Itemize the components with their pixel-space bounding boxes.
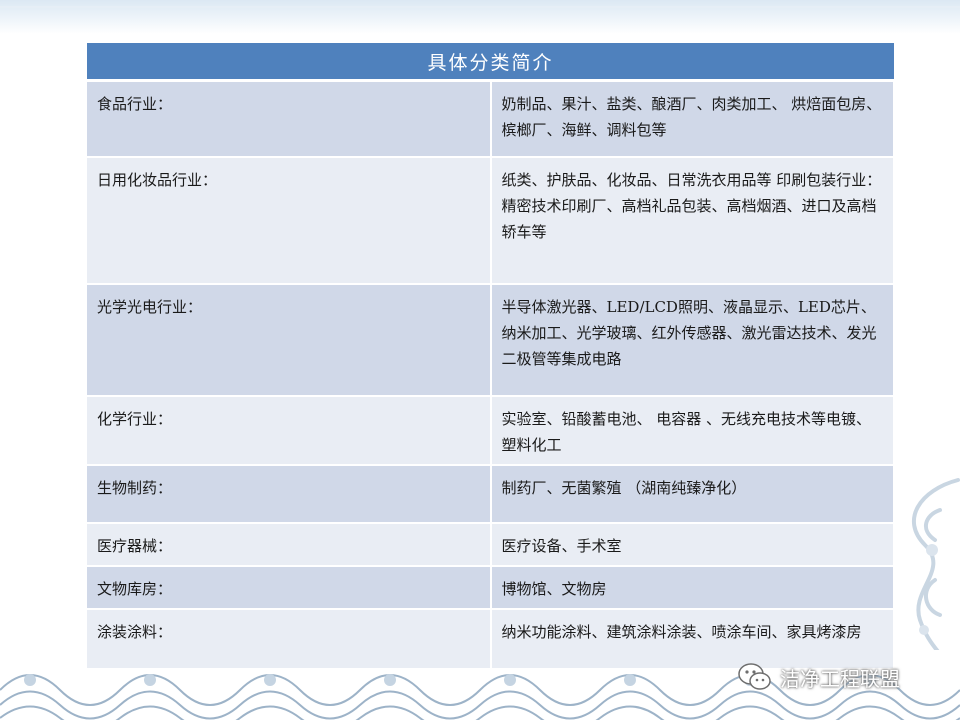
table-row: 食品行业： 奶制品、果汁、盐类、酿酒厂、肉类加工、 烘焙面包房、槟榔厂、海鲜、调… xyxy=(87,80,895,158)
watermark-logo: 洁净工程联盟 xyxy=(738,660,900,694)
detail-cell: 制药厂、无菌繁殖 （湖南纯臻净化） xyxy=(490,464,895,524)
table-header-row: 具体分类简介 xyxy=(87,43,894,82)
table-title: 具体分类简介 xyxy=(87,43,894,82)
detail-cell: 医疗设备、手术室 xyxy=(490,522,895,567)
wechat-icon xyxy=(738,663,771,690)
table-row: 医疗器械： 医疗设备、手术室 xyxy=(87,522,895,567)
detail-cell: 半导体激光器、LED/LCD照明、液晶显示、LED芯片、纳米加工、光学玻璃、红外… xyxy=(490,283,895,397)
category-cell: 食品行业： xyxy=(87,80,492,158)
category-cell: 医疗器械： xyxy=(87,522,492,567)
category-cell: 化学行业： xyxy=(87,395,492,466)
detail-cell: 实验室、铅酸蓄电池、 电容器 、无线充电技术等电镀、塑料化工 xyxy=(490,395,895,466)
category-cell: 日用化妆品行业： xyxy=(87,156,492,285)
detail-cell: 博物馆、文物房 xyxy=(490,565,895,610)
table-row: 化学行业： 实验室、铅酸蓄电池、 电容器 、无线充电技术等电镀、塑料化工 xyxy=(87,395,895,466)
category-cell: 生物制药： xyxy=(87,464,492,524)
table-row: 光学光电行业： 半导体激光器、LED/LCD照明、液晶显示、LED芯片、纳米加工… xyxy=(87,283,895,397)
category-cell: 文物库房： xyxy=(87,565,492,610)
classification-table: 具体分类简介 食品行业： 奶制品、果汁、盐类、酿酒厂、肉类加工、 烘焙面包房、槟… xyxy=(87,43,895,670)
watermark-text: 洁净工程联盟 xyxy=(780,666,900,691)
table-row: 日用化妆品行业： 纸类、护肤品、化妆品、日常洗衣用品等 印刷包装行业：精密技术印… xyxy=(87,156,895,285)
category-cell: 光学光电行业： xyxy=(87,283,492,397)
detail-cell: 纸类、护肤品、化妆品、日常洗衣用品等 印刷包装行业：精密技术印刷厂、高档礼品包装… xyxy=(490,156,895,285)
table-row: 文物库房： 博物馆、文物房 xyxy=(87,565,895,610)
top-decorative-band xyxy=(0,0,960,34)
detail-cell: 奶制品、果汁、盐类、酿酒厂、肉类加工、 烘焙面包房、槟榔厂、海鲜、调料包等 xyxy=(490,80,895,158)
category-cell: 涂装涂料： xyxy=(87,608,492,670)
table-row: 生物制药： 制药厂、无菌繁殖 （湖南纯臻净化） xyxy=(87,464,895,524)
